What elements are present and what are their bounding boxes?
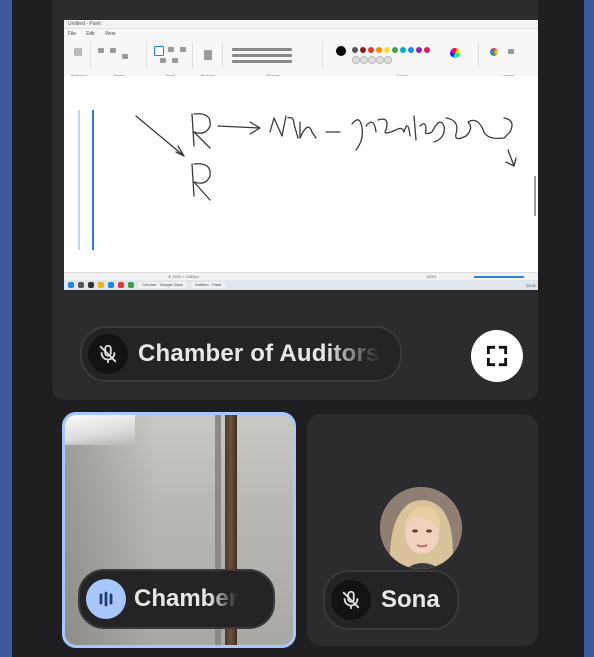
sona-avatar [380,487,462,569]
picker-icon [172,58,178,63]
swatch [384,47,390,53]
text-icon [180,47,186,52]
taskbar-tab-paint: Untitled - Paint [190,282,226,288]
sona-participant-name: Sona [381,586,440,613]
swatch [384,56,392,64]
swatch [376,56,384,64]
taskbar-clock: 20:11 [526,282,536,288]
rotate-icon [122,54,128,59]
ribbon-selection: Selection [68,42,91,78]
canvas-scrollbar[interactable] [534,176,536,216]
self-participant-name: Chamber [134,585,239,612]
cocreator-icon [490,48,498,56]
swatch [368,47,374,53]
layers-icon [508,49,514,54]
shapes-row-1 [232,48,292,51]
ribbon-tools: Tools [148,42,193,78]
search-icon [78,282,84,288]
edge-icon [108,282,114,288]
handwriting-right [351,115,513,151]
explorer-icon [98,282,104,288]
chrome-icon [118,282,124,288]
handwriting-middle [269,115,317,139]
swatch [416,47,422,53]
mic-off-glyph [99,344,117,364]
swatch [360,47,366,53]
swatch [424,47,430,53]
mic-off-icon [331,580,371,620]
zoom-level: 100% [426,274,437,279]
swatch [376,47,382,53]
fill-icon [168,47,174,52]
paint-ribbon: Selection Image Tools Brushes Shapes [64,38,538,78]
mic-off-glyph [342,590,360,610]
brush-icon [204,50,212,60]
self-participant-pill: Chamber [78,569,275,629]
task-view-icon [88,282,94,288]
ribbon-layers: Layers [482,42,534,78]
pencil-tool-icon [154,46,164,56]
letter-r-1 [191,113,211,149]
arrow-diagonal [135,115,185,157]
speaking-bars-icon [86,579,126,619]
windows-taskbar: Chrome · Google Docs Untitled - Paint 20… [64,280,538,290]
shapes-row-2 [232,54,292,57]
swatch [400,47,406,53]
edit-colors-icon [450,48,460,58]
paint-menu-edit: Edit [86,30,95,37]
sona-avatar-image [380,487,462,569]
speaking-bars-glyph [99,591,113,607]
camera-ceiling-light [65,415,135,445]
zoom-slider [474,276,524,278]
select-icon [74,48,82,56]
mic-off-icon [88,334,128,374]
fullscreen-button[interactable] [471,330,523,382]
color-primary [336,46,346,56]
fullscreen-icon [486,345,508,367]
swatch [392,47,398,53]
paint-menu-view: View [104,30,116,37]
main-participant-name: Chamber of Auditors [138,340,380,367]
main-participant-pill: Chamber of Auditors [80,326,402,382]
ribbon-shapes: Shapes [224,42,323,78]
canvas-size: Ф 1920 × 1080px [168,274,199,279]
paint-window-title: Untitled - Paint [64,20,538,29]
shapes-row-3 [232,60,292,63]
paint-menu-file: File [68,30,77,37]
swatch [360,56,368,64]
swatch [368,56,376,64]
crop-icon [98,48,104,53]
ribbon-brushes: Brushes [194,42,223,78]
sona-participant-pill: Sona [323,570,459,630]
eraser-icon [160,58,166,63]
ribbon-colors: Colors [326,42,479,78]
letter-r-2 [191,163,211,201]
swatch [352,47,358,53]
shared-screen: Untitled - Paint File Edit View Selectio… [64,20,538,290]
swatch [352,56,360,64]
arrow-down-small [505,149,517,167]
handwriting-strokes [135,113,517,201]
arrow-right [217,121,261,135]
app-icon [128,282,134,288]
paint-canvas [64,76,538,272]
start-icon [68,282,74,288]
ribbon-image: Image [92,42,147,78]
swatch [408,47,414,53]
resize-icon [110,48,116,53]
taskbar-tab-chrome: Chrome · Google Docs [138,282,187,288]
paint-menu-bar: File Edit View [64,29,538,38]
